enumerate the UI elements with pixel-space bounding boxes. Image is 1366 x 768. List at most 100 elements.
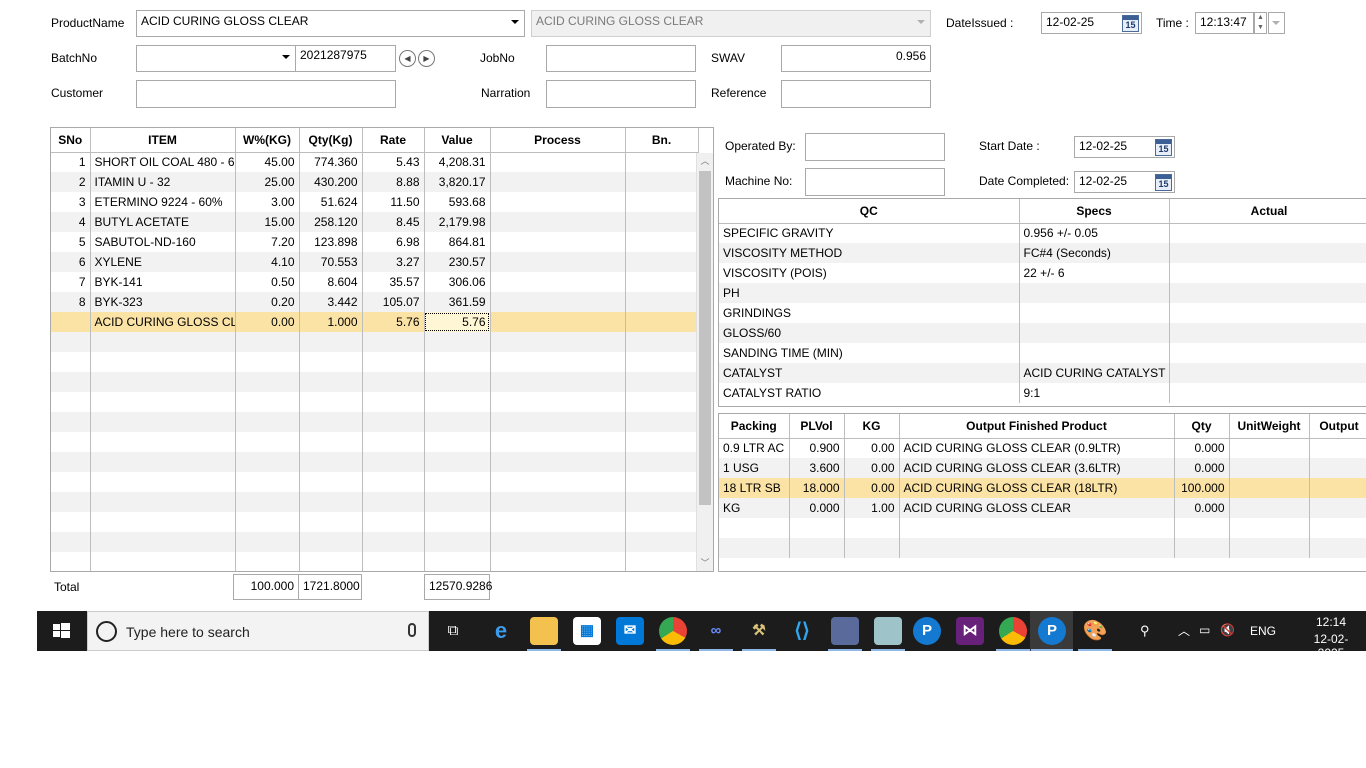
table-cell[interactable]: VISCOSITY METHOD [719, 243, 1020, 263]
qc-grid[interactable]: QC Specs Actual SPECIFIC GRAVITY 0.956 +/- … [718, 198, 1366, 407]
table-cell[interactable] [625, 252, 699, 272]
table-row[interactable] [51, 352, 699, 372]
table-cell[interactable]: 35.57 [362, 272, 425, 292]
table-cell[interactable] [424, 552, 491, 571]
table-row[interactable]: CATALYST RATIO 9:1 [719, 383, 1366, 403]
table-cell[interactable] [1169, 303, 1366, 323]
table-cell[interactable] [362, 392, 425, 412]
table-cell[interactable] [490, 552, 626, 571]
table-cell[interactable] [90, 352, 236, 372]
microphone-icon[interactable] [408, 623, 416, 637]
operated-by-field[interactable] [805, 133, 945, 161]
table-cell[interactable] [424, 452, 491, 472]
table-cell[interactable] [490, 312, 626, 332]
table-cell[interactable] [625, 452, 699, 472]
table-row[interactable]: 6 XYLENE 4.10 70.553 3.27 230.57 [51, 252, 699, 272]
taskbar-search-box[interactable]: Type here to search [87, 611, 429, 651]
tools-app-icon[interactable]: ⚒ [745, 617, 773, 645]
table-cell[interactable] [299, 452, 363, 472]
table-cell[interactable]: 306.06 [424, 272, 491, 292]
table-cell[interactable] [299, 412, 363, 432]
table-cell[interactable] [362, 552, 425, 571]
table-row[interactable]: VISCOSITY METHOD FC#4 (Seconds) [719, 243, 1366, 263]
table-cell[interactable] [844, 518, 900, 538]
time-dropdown[interactable] [1268, 12, 1285, 34]
table-cell[interactable]: 0.000 [1174, 498, 1230, 518]
scroll-up-icon[interactable]: ︿ [697, 153, 713, 169]
table-cell[interactable] [1309, 498, 1366, 518]
table-cell[interactable] [362, 472, 425, 492]
table-cell[interactable] [90, 432, 236, 452]
table-row[interactable]: KG 0.000 1.00 ACID CURING GLOSS CLEAR 0.000 [719, 498, 1366, 518]
table-cell[interactable]: ACID CURING GLOSS CLEAR (18LTR) [899, 478, 1175, 498]
table-cell[interactable]: GRINDINGS [719, 303, 1020, 323]
table-cell[interactable] [362, 372, 425, 392]
table-cell[interactable] [1229, 538, 1310, 558]
table-cell[interactable]: XYLENE [90, 252, 236, 272]
table-cell[interactable] [1169, 343, 1366, 363]
column-header[interactable]: SNo [51, 128, 91, 153]
table-cell[interactable] [789, 538, 845, 558]
table-cell[interactable] [424, 412, 491, 432]
table-cell[interactable] [362, 492, 425, 512]
table-cell[interactable]: 0.900 [789, 438, 845, 458]
table-cell[interactable] [362, 352, 425, 372]
table-cell[interactable] [1309, 538, 1366, 558]
table-cell[interactable] [362, 512, 425, 532]
table-cell[interactable] [625, 172, 699, 192]
table-cell[interactable] [625, 292, 699, 312]
network-icon[interactable]: ▭ [1199, 623, 1210, 663]
table-cell[interactable]: 2 [51, 172, 91, 192]
chevron-down-icon[interactable] [282, 55, 290, 59]
column-header[interactable]: Process [490, 128, 626, 153]
table-row[interactable] [51, 332, 699, 352]
column-header[interactable]: UnitWeight [1229, 414, 1310, 439]
store-icon[interactable]: ▦ [573, 617, 601, 645]
table-cell[interactable]: 123.898 [299, 232, 363, 252]
table-cell[interactable]: 3.27 [362, 252, 425, 272]
table-cell[interactable]: 0.50 [235, 272, 300, 292]
table-cell[interactable] [299, 392, 363, 412]
table-cell[interactable] [424, 512, 491, 532]
items-scrollbar[interactable]: ︿ ﹀ [696, 153, 713, 571]
table-cell[interactable] [362, 432, 425, 452]
table-cell[interactable] [1309, 438, 1366, 458]
table-cell[interactable]: ACID CURING CATALYST [1019, 363, 1170, 383]
table-cell[interactable] [51, 552, 91, 571]
task-view-icon[interactable]: ⧉ [439, 617, 467, 645]
table-cell[interactable] [625, 352, 699, 372]
table-cell[interactable] [1019, 303, 1170, 323]
table-cell[interactable]: 1 USG [719, 458, 790, 478]
calendar-icon[interactable]: 15 [1122, 15, 1139, 32]
table-cell[interactable] [424, 492, 491, 512]
table-cell[interactable] [719, 538, 790, 558]
table-cell[interactable]: SABUTOL-ND-160 [90, 232, 236, 252]
start-button[interactable] [37, 611, 85, 651]
table-cell[interactable] [424, 332, 491, 352]
table-cell[interactable] [362, 452, 425, 472]
table-cell[interactable] [51, 512, 91, 532]
table-cell[interactable] [625, 412, 699, 432]
table-cell[interactable]: SPECIFIC GRAVITY [719, 223, 1020, 243]
table-cell[interactable] [235, 372, 300, 392]
packing-grid[interactable]: Packing PLVol KG Output Finished Product Qty… [718, 413, 1366, 572]
table-cell[interactable]: 5.76 [424, 312, 491, 332]
table-cell[interactable]: 0.956 +/- 0.05 [1019, 223, 1170, 243]
clock[interactable]: 12:14 12-02-2025 [1301, 615, 1361, 660]
items-grid[interactable]: SNo ITEM W%(KG) Qty(Kg) Rate Value Process Bn. … [50, 127, 714, 572]
column-header[interactable]: Packing [719, 414, 790, 439]
table-cell[interactable] [235, 332, 300, 352]
table-cell[interactable] [490, 452, 626, 472]
column-header[interactable]: Output Finished Product [899, 414, 1175, 439]
table-cell[interactable] [1169, 323, 1366, 343]
table-cell[interactable] [1169, 283, 1366, 303]
table-cell[interactable] [490, 292, 626, 312]
table-cell[interactable]: 51.624 [299, 192, 363, 212]
column-header[interactable]: Bn. [625, 128, 699, 153]
table-cell[interactable] [424, 352, 491, 372]
table-row[interactable]: GRINDINGS [719, 303, 1366, 323]
table-cell[interactable] [424, 472, 491, 492]
column-header[interactable]: Output [1309, 414, 1366, 439]
machine-no-field[interactable] [805, 168, 945, 196]
table-cell[interactable] [90, 552, 236, 571]
